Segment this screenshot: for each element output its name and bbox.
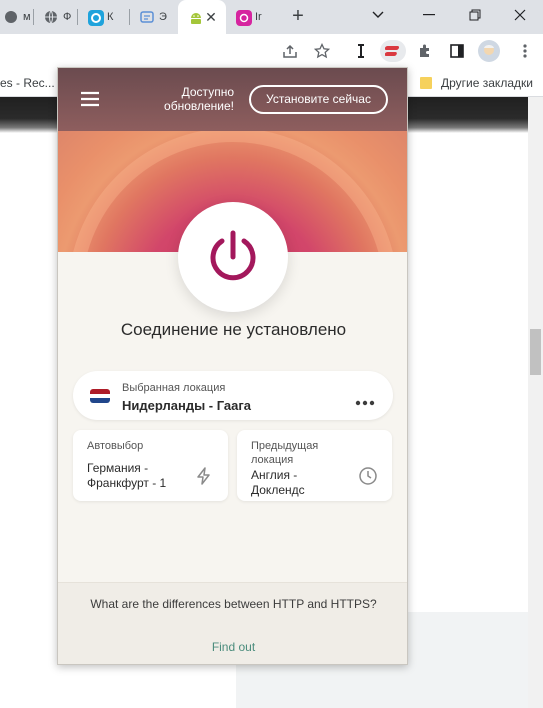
q-logo-icon [88, 10, 104, 26]
translate-icon [140, 10, 154, 24]
recent-location-card[interactable]: Предыдущая локация Англия - Доклендс [237, 430, 392, 501]
bookmark-item[interactable]: es - Rec... [0, 76, 55, 90]
footer-question: What are the differences between HTTP an… [90, 597, 377, 611]
smart-location-card[interactable]: Автовыбор Германия - Франкфурт - 1 [73, 430, 228, 501]
close-tab-icon[interactable]: ✕ [202, 8, 220, 26]
other-bookmarks[interactable]: Другие закладки [441, 76, 533, 90]
tab-q[interactable]: К [78, 0, 130, 34]
more-options-icon[interactable] [355, 393, 375, 406]
page-scrollbar[interactable] [528, 97, 543, 708]
netherlands-flag-icon [90, 389, 110, 403]
selected-location-card[interactable]: Выбранная локация Нидерланды - Гаага [73, 371, 393, 420]
vpn-popup: Доступно обновление! Установите сейчас С… [57, 67, 408, 665]
tab-title: Ir [255, 11, 262, 23]
restore-icon[interactable] [452, 0, 498, 30]
smart-location-label: Автовыбор [87, 440, 144, 452]
tab-globe[interactable]: Ф [34, 0, 78, 34]
selected-location-value: Нидерланды - Гаага [122, 398, 252, 413]
tab-instagram[interactable]: Ir [226, 0, 276, 34]
side-panel-icon[interactable] [446, 40, 468, 62]
tab-search-icon[interactable] [355, 0, 401, 30]
new-tab-button[interactable]: + [286, 5, 310, 29]
avatar[interactable] [477, 39, 501, 63]
globe-icon [44, 10, 58, 24]
connect-power-button[interactable] [178, 202, 288, 312]
minimize-icon[interactable] [406, 0, 452, 30]
lightning-icon [194, 466, 214, 486]
update-available-text: Доступно обновление! [164, 85, 234, 113]
tab-title: Ф [63, 11, 72, 23]
recent-location-value: Англия - Доклендс [251, 468, 305, 497]
extensions-puzzle-icon[interactable] [414, 40, 436, 62]
tab-title: Э [159, 11, 167, 23]
tab-mail[interactable]: м [0, 0, 34, 34]
bookmark-star-icon[interactable] [311, 40, 333, 62]
browser-menu-icon[interactable] [514, 40, 536, 62]
tab-android-active[interactable]: ✕ [178, 0, 226, 34]
folder-icon [420, 76, 432, 90]
recent-location-label: Предыдущая локация [251, 440, 319, 466]
hamburger-menu-icon[interactable] [80, 90, 100, 108]
tab-title: м [23, 11, 31, 23]
browser-toolbar [0, 34, 543, 69]
android-icon [188, 10, 202, 24]
instagram-icon [236, 10, 252, 26]
selected-location-label: Выбранная локация [122, 382, 226, 394]
power-icon [210, 230, 256, 281]
expressvpn-extension-icon[interactable] [380, 40, 406, 62]
install-now-button[interactable]: Установите сейчас [249, 85, 388, 114]
connection-status: Соединение не установлено [120, 320, 347, 339]
mail-icon [4, 10, 18, 24]
tab-translate[interactable]: Э [130, 0, 178, 34]
extension-i-icon[interactable] [349, 40, 373, 62]
smart-location-value: Германия - Франкфурт - 1 [87, 461, 167, 490]
popup-header: Доступно обновление! Установите сейчас [58, 68, 407, 131]
tab-strip: м Ф К Э ✕ Ir + [0, 0, 543, 34]
tab-title: К [107, 11, 114, 23]
scrollbar-thumb[interactable] [530, 329, 541, 375]
share-icon[interactable] [279, 40, 301, 62]
clock-icon [358, 466, 378, 486]
popup-footer: What are the differences between HTTP an… [58, 582, 407, 664]
find-out-link[interactable]: Find out [58, 640, 407, 654]
close-window-icon[interactable] [497, 0, 543, 30]
